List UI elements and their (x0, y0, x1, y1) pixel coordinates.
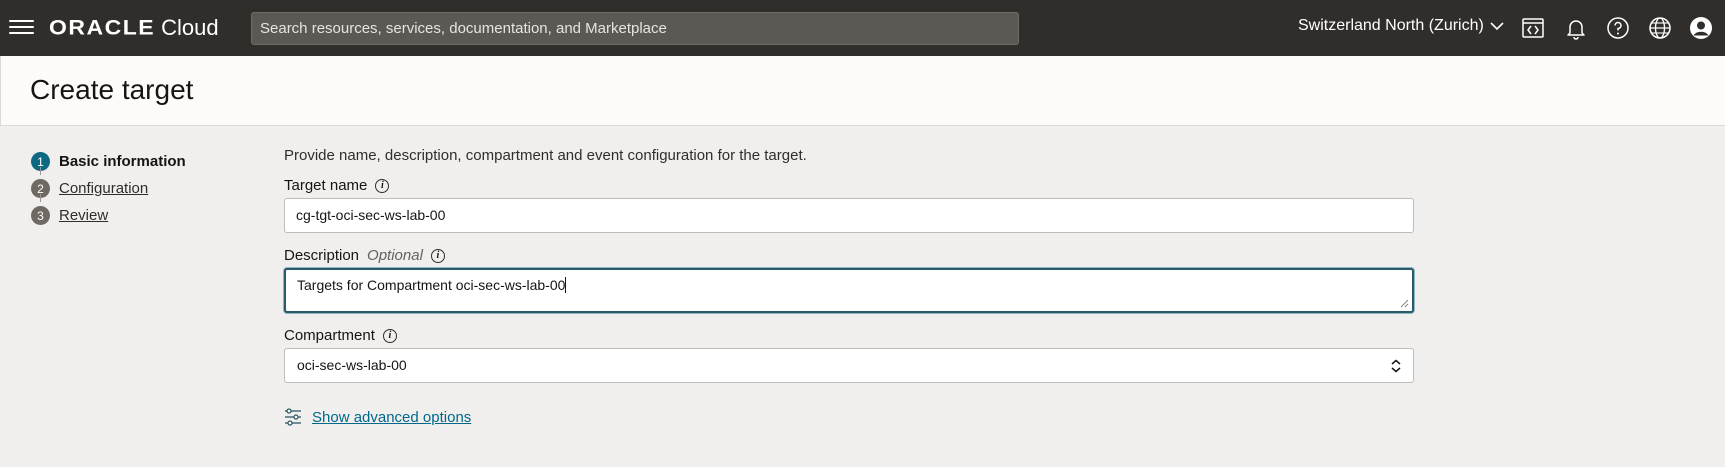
step-configuration[interactable]: 2 Configuration (31, 175, 186, 202)
logo-product: Cloud (161, 15, 219, 40)
global-search-input[interactable]: Search resources, services, documentatio… (251, 12, 1019, 45)
compartment-label-text: Compartment (284, 327, 375, 344)
step-connector (40, 167, 41, 175)
search-placeholder: Search resources, services, documentatio… (260, 20, 667, 37)
page-title: Create target (30, 74, 194, 105)
description-label-text: Description (284, 247, 360, 264)
step-review[interactable]: 3 Review (31, 202, 186, 229)
description-value: Targets for Compartment oci-sec-ws-lab-0… (297, 277, 566, 293)
description-textarea[interactable]: Targets for Compartment oci-sec-ws-lab-0… (284, 268, 1414, 313)
bell-icon[interactable] (1564, 16, 1588, 40)
info-icon[interactable]: i (375, 178, 390, 193)
optional-tag: Optional (367, 247, 423, 264)
info-icon[interactable]: i (382, 328, 397, 343)
step-connector (40, 194, 41, 202)
region-selector[interactable]: Switzerland North (Zurich) (1298, 17, 1504, 35)
target-name-value: cg-tgt-oci-sec-ws-lab-00 (296, 207, 446, 223)
info-icon[interactable]: i (430, 248, 445, 263)
resize-handle-icon[interactable] (1400, 299, 1409, 308)
target-name-label-text: Target name (284, 177, 368, 194)
target-name-field[interactable]: cg-tgt-oci-sec-ws-lab-00 (284, 198, 1414, 233)
show-advanced-options-link[interactable]: Show advanced options (284, 408, 471, 426)
oracle-cloud-logo[interactable]: ORACLE Cloud (49, 14, 219, 41)
select-updown-icon (1391, 359, 1401, 373)
hamburger-menu-icon[interactable] (9, 16, 34, 40)
text-cursor (565, 277, 567, 293)
globe-icon[interactable] (1648, 16, 1672, 40)
logo-brand: ORACLE (49, 15, 156, 39)
advanced-options-label: Show advanced options (312, 408, 472, 426)
compartment-select[interactable]: oci-sec-ws-lab-00 (284, 348, 1414, 383)
step-label: Basic information (59, 153, 186, 170)
region-label: Switzerland North (Zurich) (1298, 17, 1484, 34)
chevron-down-icon (1490, 21, 1504, 30)
step-basic-information[interactable]: 1 Basic information (31, 148, 186, 175)
step-label[interactable]: Review (59, 207, 108, 224)
page-header: Create target (0, 56, 1725, 126)
description-label: Description Optional i (284, 247, 445, 264)
wizard-steps: 1 Basic information 2 Configuration 3 Re… (31, 148, 186, 229)
user-profile-icon[interactable] (1689, 16, 1713, 40)
step-label[interactable]: Configuration (59, 180, 148, 197)
top-navigation-bar: ORACLE Cloud Search resources, services,… (0, 0, 1725, 56)
compartment-value: oci-sec-ws-lab-00 (297, 357, 407, 373)
step-number-3: 3 (31, 206, 50, 225)
compartment-label: Compartment i (284, 327, 397, 344)
developer-tools-icon[interactable] (1521, 16, 1545, 40)
target-name-label: Target name i (284, 177, 390, 194)
help-icon[interactable] (1606, 16, 1630, 40)
sliders-icon (285, 408, 301, 426)
form-intro-text: Provide name, description, compartment a… (284, 147, 807, 164)
